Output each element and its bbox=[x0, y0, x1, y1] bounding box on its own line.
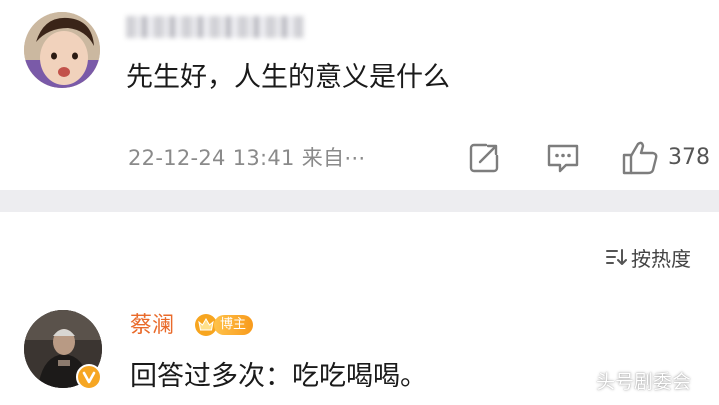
blogger-badge: 博主 bbox=[194, 313, 254, 337]
verified-v-icon bbox=[82, 371, 96, 384]
like-count: 378 bbox=[668, 145, 710, 170]
thumbs-up-icon bbox=[622, 141, 658, 175]
post-text: 先生好，人生的意义是什么 bbox=[126, 62, 450, 93]
sort-label: 按热度 bbox=[631, 246, 691, 271]
sort-icon bbox=[606, 249, 627, 265]
reply-text: 回答过多次：吃吃喝喝。 bbox=[130, 361, 427, 392]
share-icon bbox=[469, 143, 499, 173]
reply-author-name[interactable]: 蔡澜 bbox=[130, 312, 174, 340]
watermark: 头号剧委会 bbox=[596, 371, 692, 393]
share-button[interactable] bbox=[466, 140, 502, 176]
poster-name-blurred bbox=[126, 16, 304, 38]
verified-badge bbox=[76, 364, 102, 390]
blogger-badge-label: 博主 bbox=[214, 315, 254, 335]
poster-avatar[interactable] bbox=[24, 12, 100, 88]
like-button[interactable]: 378 bbox=[620, 138, 712, 178]
post-timestamp-source: 22-12-24 13:41 来自⋯ bbox=[128, 146, 366, 170]
child-portrait-image bbox=[24, 12, 100, 88]
sort-by-hot-toggle[interactable]: 按热度 bbox=[605, 242, 691, 272]
comment-icon bbox=[547, 144, 579, 173]
comment-button[interactable] bbox=[544, 140, 582, 176]
section-divider bbox=[0, 190, 719, 212]
